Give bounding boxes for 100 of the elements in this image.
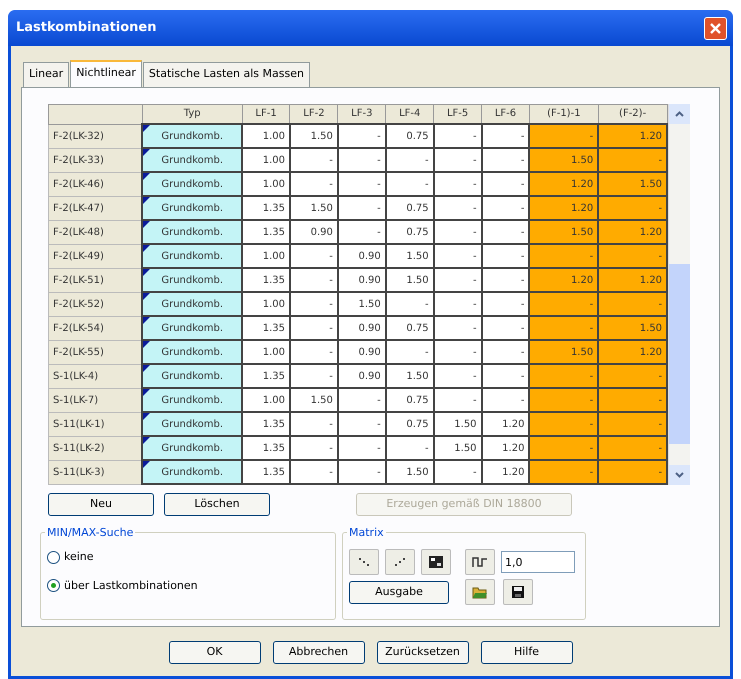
- table-cell[interactable]: Grundkomb.: [142, 244, 242, 268]
- table-cell: 0.90: [338, 316, 386, 340]
- table-cell[interactable]: Grundkomb.: [142, 268, 242, 292]
- table-cell: -: [529, 436, 598, 460]
- table-cell: 1.35: [242, 196, 290, 220]
- table-cell: 1.35: [242, 364, 290, 388]
- table-cell: -: [290, 316, 338, 340]
- table-cell: -: [598, 292, 668, 316]
- table-cell: -: [290, 364, 338, 388]
- table-cell: 0.75: [386, 196, 434, 220]
- scroll-up-icon: [675, 110, 684, 116]
- corner-marker-icon: [143, 125, 150, 132]
- open-button[interactable]: [465, 579, 495, 605]
- table-cell: -: [434, 316, 482, 340]
- table-cell: 0.90: [338, 340, 386, 364]
- column-header: (F-1)-1: [529, 104, 598, 124]
- table-cell: -: [529, 364, 598, 388]
- table-cell: 1.50: [386, 268, 434, 292]
- scrollbar[interactable]: [668, 104, 690, 485]
- table-cell: -: [290, 436, 338, 460]
- table-cell[interactable]: Grundkomb.: [142, 340, 242, 364]
- corner-marker-icon: [143, 197, 150, 204]
- table-cell: -: [434, 196, 482, 220]
- table-cell[interactable]: Grundkomb.: [142, 292, 242, 316]
- column-header: LF-3: [338, 104, 386, 124]
- table-cell: -: [338, 172, 386, 196]
- table-cell[interactable]: Grundkomb.: [142, 124, 242, 148]
- table-cell: 1.50: [386, 244, 434, 268]
- corner-marker-icon: [143, 317, 150, 324]
- table-cell: -: [598, 196, 668, 220]
- table-action-button[interactable]: Neu: [48, 493, 154, 516]
- table-cell[interactable]: Grundkomb.: [142, 196, 242, 220]
- table-cell: 1.50: [386, 364, 434, 388]
- table-cell: 1.20: [482, 436, 530, 460]
- table-cell: -: [290, 412, 338, 436]
- table-cell: F-2(LK-46): [48, 172, 142, 196]
- scrollbar-thumb[interactable]: [669, 264, 690, 444]
- output-button[interactable]: Ausgabe: [349, 580, 449, 604]
- table-cell[interactable]: Grundkomb.: [142, 148, 242, 172]
- table-cell: -: [482, 172, 530, 196]
- table-cell: F-2(LK-32): [48, 124, 142, 148]
- table-cell: 0.90: [338, 364, 386, 388]
- table-cell: -: [482, 148, 530, 172]
- radio-option[interactable]: über Lastkombinationen: [47, 578, 329, 594]
- table-cell: -: [482, 292, 530, 316]
- table-cell: -: [482, 316, 530, 340]
- table-cell: -: [338, 436, 386, 460]
- table-cell: F-2(LK-51): [48, 268, 142, 292]
- corner-marker-icon: [143, 341, 150, 348]
- radio-option[interactable]: keine: [47, 549, 329, 566]
- table-cell: -: [598, 244, 668, 268]
- table-cell: -: [434, 460, 482, 484]
- table-cell: -: [434, 172, 482, 196]
- tab[interactable]: Statische Lasten als Massen: [142, 62, 310, 86]
- table-cell: -: [386, 340, 434, 364]
- dialog-button[interactable]: OK: [168, 640, 260, 664]
- table-cell: 1.00: [242, 148, 290, 172]
- radio-button[interactable]: [47, 579, 60, 592]
- corner-marker-icon: [143, 365, 150, 372]
- corner-marker-icon: [143, 413, 150, 420]
- table-cell: -: [482, 196, 530, 220]
- tab[interactable]: Nichtlinear: [70, 60, 142, 86]
- table-cell: -: [434, 292, 482, 316]
- table-cell: -: [529, 460, 598, 484]
- table-cell: -: [434, 388, 482, 412]
- dialog-button[interactable]: Hilfe: [480, 640, 572, 664]
- save-button[interactable]: [503, 579, 533, 605]
- table-cell: -: [482, 220, 530, 244]
- table-cell[interactable]: Grundkomb.: [142, 436, 242, 460]
- dialog-button[interactable]: Zurücksetzen: [376, 640, 468, 664]
- table-cell[interactable]: Grundkomb.: [142, 172, 242, 196]
- table-cell[interactable]: Grundkomb.: [142, 412, 242, 436]
- table-cell[interactable]: Grundkomb.: [142, 388, 242, 412]
- table-cell: -: [434, 244, 482, 268]
- table-cell: 1.20: [529, 196, 598, 220]
- table-cell: -: [434, 364, 482, 388]
- tab[interactable]: Linear: [23, 62, 70, 86]
- column-header: LF-2: [290, 104, 338, 124]
- table-cell[interactable]: Grundkomb.: [142, 316, 242, 340]
- table-action-button[interactable]: Löschen: [164, 493, 270, 516]
- factor-button[interactable]: [465, 549, 495, 575]
- table-cell: 0.75: [386, 124, 434, 148]
- table-cell[interactable]: Grundkomb.: [142, 220, 242, 244]
- table-cell: -: [434, 340, 482, 364]
- radio-button[interactable]: [47, 550, 60, 564]
- table-cell: 1.50: [598, 316, 668, 340]
- table-cell: -: [529, 244, 598, 268]
- matrix-button[interactable]: [421, 549, 451, 575]
- table-cell: -: [386, 148, 434, 172]
- table-cell: -: [386, 292, 434, 316]
- corner-marker-icon: [143, 221, 150, 228]
- close-button[interactable]: [704, 16, 727, 40]
- dialog-button[interactable]: Abbrechen: [272, 640, 364, 664]
- table-cell[interactable]: Grundkomb.: [142, 460, 242, 484]
- table-cell[interactable]: Grundkomb.: [142, 364, 242, 388]
- table-cell: 1.20: [482, 412, 530, 436]
- table-cell: F-2(LK-55): [48, 340, 142, 364]
- factor-field[interactable]: 1,0: [501, 551, 575, 573]
- corner-marker-icon: [143, 149, 150, 156]
- table-cell: -: [338, 412, 386, 436]
